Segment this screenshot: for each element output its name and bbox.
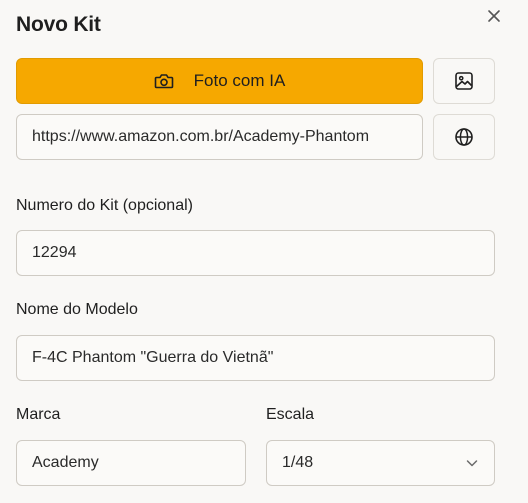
model-name-input[interactable]: F-4C Phantom "Guerra do Vietnã": [16, 335, 495, 381]
globe-icon: [455, 128, 473, 146]
camera-icon: [154, 74, 173, 89]
image-icon: [455, 72, 473, 90]
photo-ai-button[interactable]: Foto com IA: [16, 58, 423, 104]
kit-number-input[interactable]: 12294: [16, 230, 495, 276]
close-button[interactable]: [482, 4, 506, 28]
brand-label: Marca: [16, 406, 61, 423]
scale-select[interactable]: 1/48: [266, 440, 495, 486]
chevron-down-icon: [466, 460, 478, 467]
photo-ai-button-label: Foto com IA: [193, 71, 286, 90]
kit-number-label: Numero do Kit (opcional): [16, 197, 193, 214]
model-name-label: Nome do Modelo: [16, 301, 138, 318]
close-icon: [488, 10, 500, 22]
scale-select-value: 1/48: [282, 454, 314, 471]
brand-input[interactable]: Academy: [16, 440, 246, 486]
new-kit-dialog: Novo Kit Foto com IA https://www.amazon.…: [0, 0, 528, 503]
scale-label: Escala: [266, 406, 315, 423]
dialog-title: Novo Kit: [16, 13, 101, 36]
url-row: https://www.amazon.com.br/Academy-Phanto…: [16, 114, 495, 160]
image-upload-button[interactable]: [433, 58, 495, 104]
fetch-url-button[interactable]: [433, 114, 495, 160]
photo-actions-row: Foto com IA: [16, 58, 495, 104]
url-input[interactable]: https://www.amazon.com.br/Academy-Phanto…: [16, 114, 423, 160]
